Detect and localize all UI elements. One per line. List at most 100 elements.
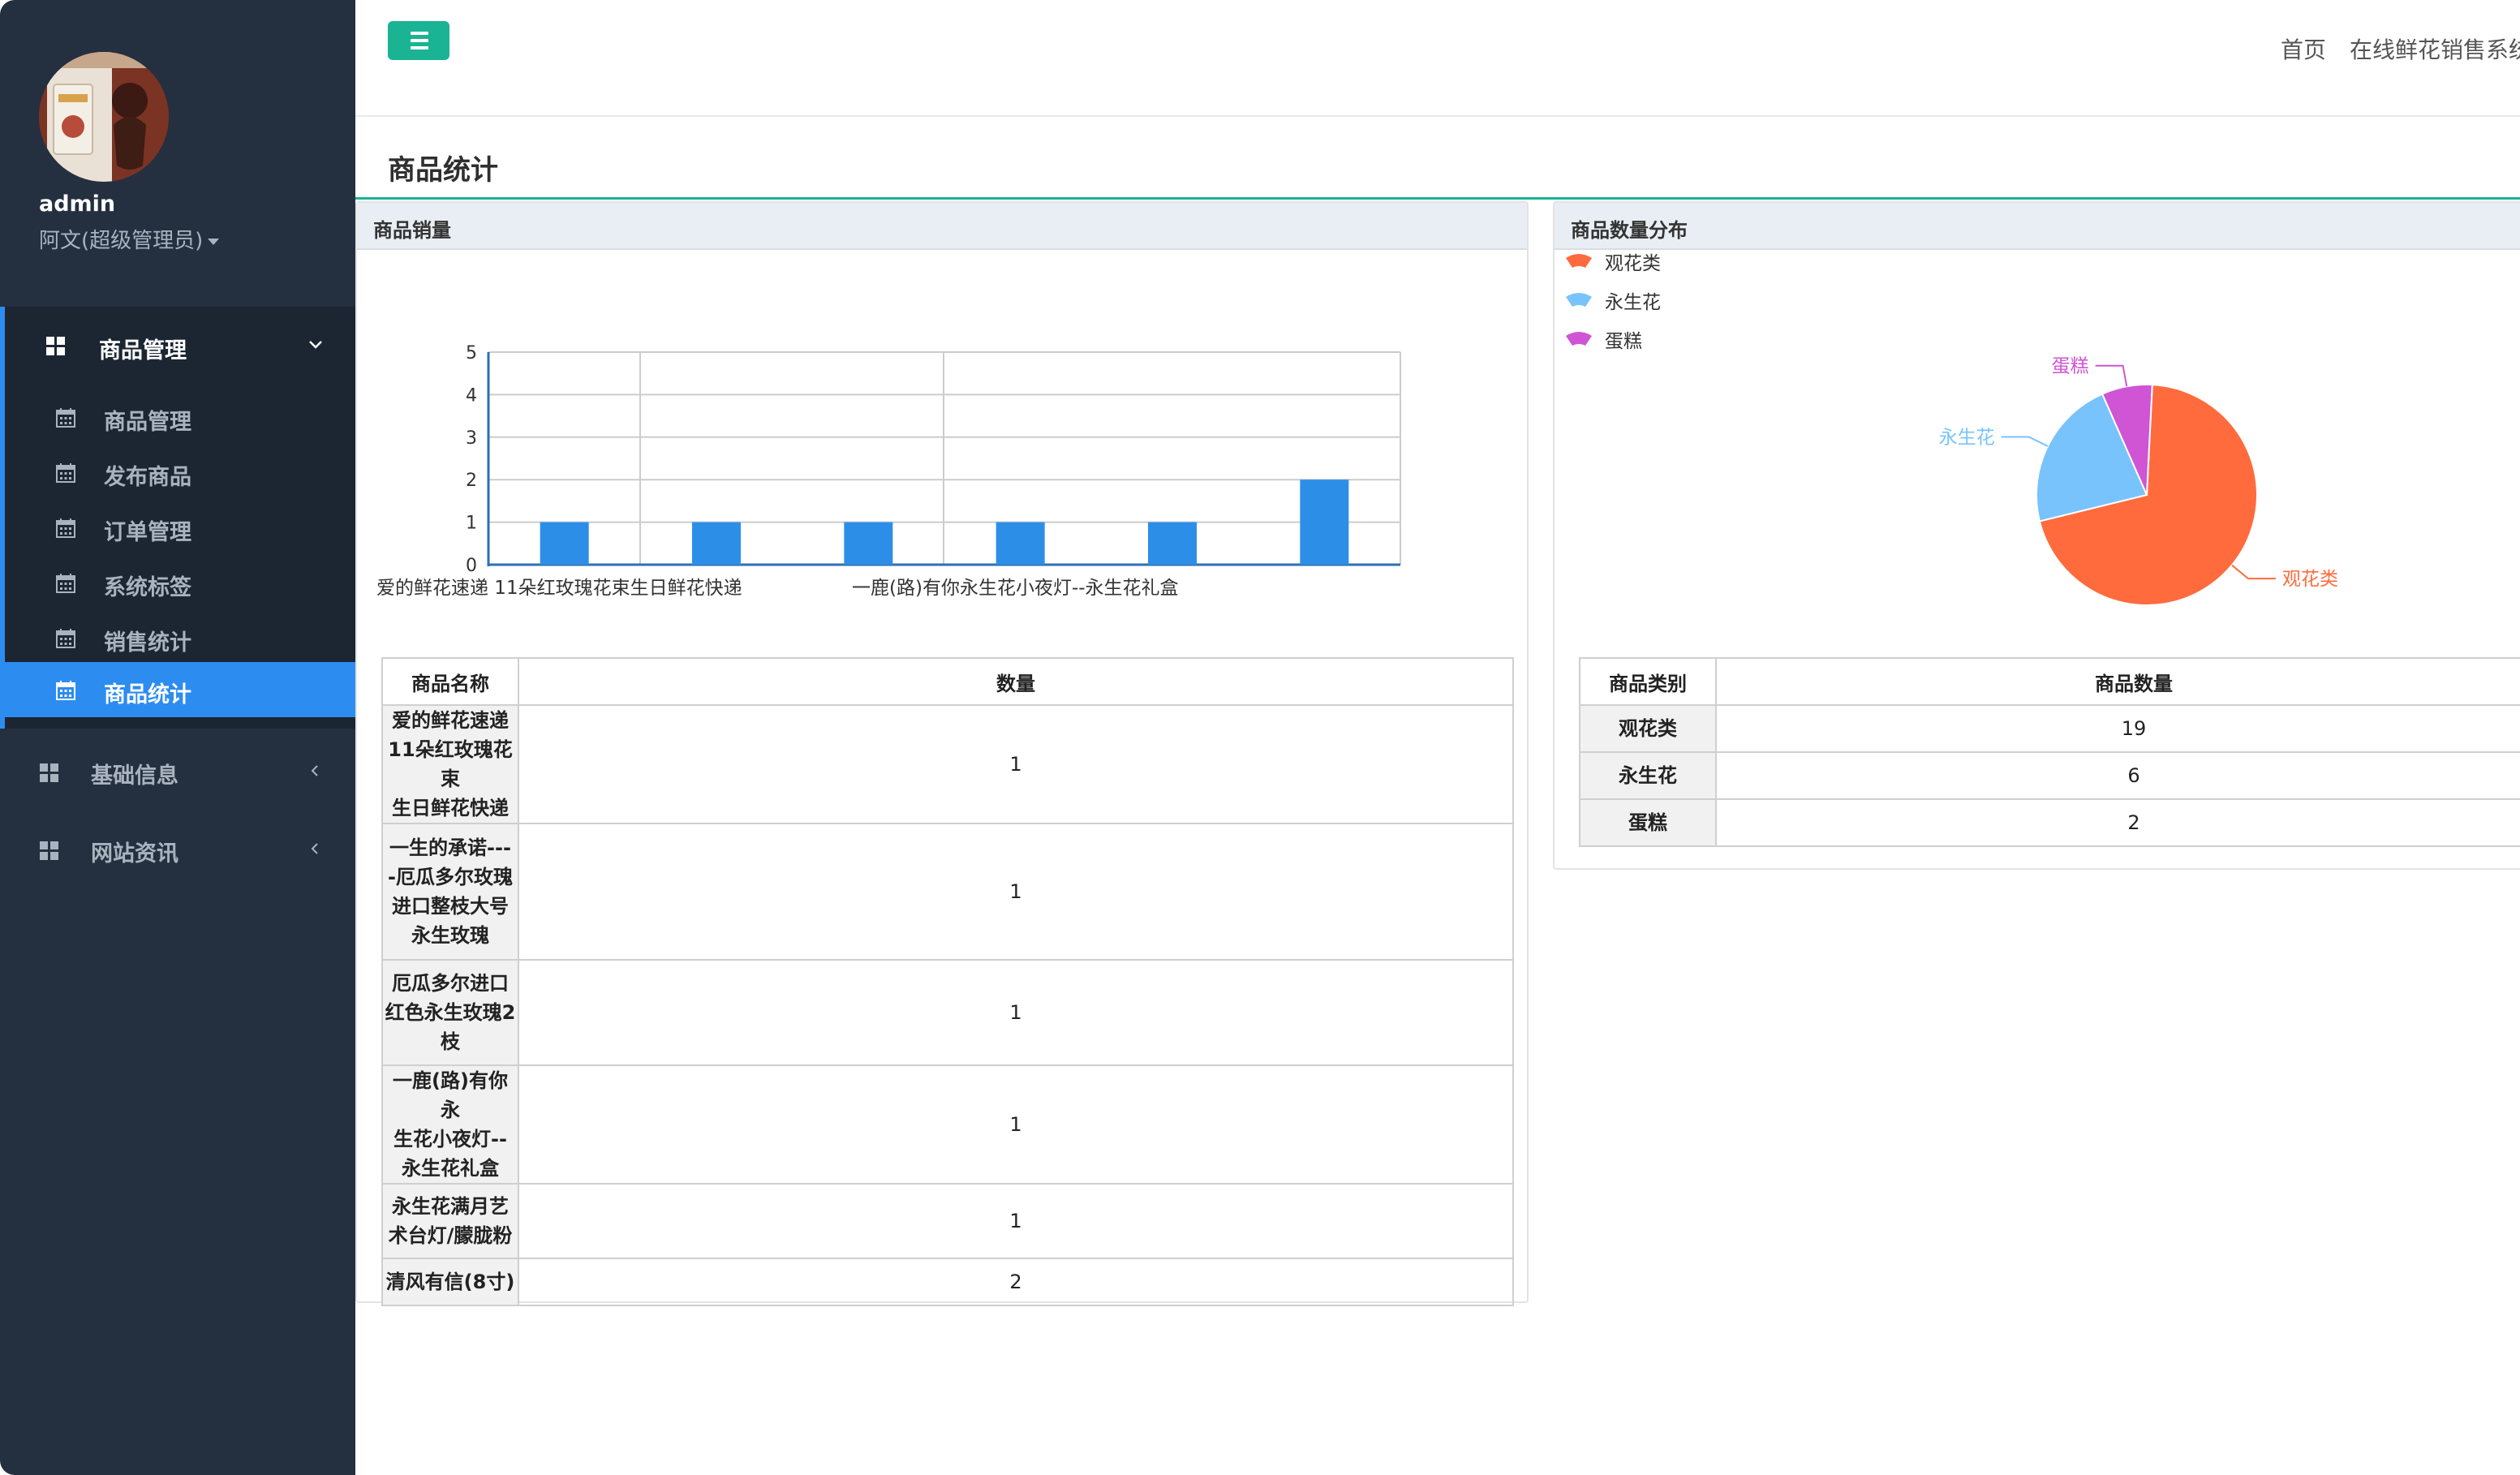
legend-label: 永生花: [1605, 292, 1661, 313]
hamburger-icon-line: [411, 32, 428, 35]
legend-item[interactable]: 观花类: [1566, 253, 1661, 274]
cell-qty: 1: [518, 1183, 1514, 1259]
sidebar-item-label: 订单管理: [104, 520, 191, 545]
name-line: 生花小夜灯--: [393, 1128, 507, 1150]
cell-product-name: 爱的鲜花速递 11朵红玫瑰花束 生日鲜花快递: [381, 704, 519, 824]
column-header-category: 商品类别: [1579, 657, 1717, 706]
x-tick-label: 一鹿(路)有你永生花小夜灯--永生花礼盒: [852, 578, 1179, 599]
legend-item[interactable]: 蛋糕: [1566, 331, 1642, 352]
pie-leader-line: [2231, 564, 2276, 580]
panel-header: 商品销量: [357, 203, 1527, 250]
name-line: 一鹿(路)有你永: [393, 1069, 508, 1121]
name-line: 11朵红玫瑰花束: [388, 738, 513, 790]
table-row: 蛋糕 2: [1579, 798, 2520, 847]
chevron-left-icon: [307, 763, 323, 782]
cell-product-name: 厄瓜多尔进口 红色永生玫瑰2 枝: [381, 959, 519, 1066]
sidebar-item-publish-goods[interactable]: 发布商品: [5, 445, 355, 500]
sidebar-item-basic-info[interactable]: 基础信息: [0, 735, 355, 808]
pie-label: 蛋糕: [2052, 356, 2089, 377]
table-row: 观花类 19: [1579, 704, 2520, 753]
user-role-label: 阿文(超级管理员): [39, 229, 204, 253]
panel-title: 商品销量: [373, 219, 451, 242]
top-bar: 首页 在线鲜花销售系统: [355, 0, 2520, 117]
user-name: admin: [39, 191, 116, 217]
caret-down-icon: [208, 238, 220, 245]
pie-leader-line: [2001, 436, 2049, 447]
calendar-icon: [55, 573, 76, 597]
calendar-icon: [55, 518, 76, 542]
panel-header: 商品数量分布: [1555, 203, 2520, 250]
cell-category: 观花类: [1579, 704, 1717, 753]
name-line: 清风有信(8寸): [385, 1271, 515, 1293]
legend-label: 观花类: [1605, 253, 1661, 274]
sidebar-item-label: 网站资讯: [91, 841, 178, 867]
calendar-icon: [55, 680, 76, 704]
cell-qty: 1: [518, 959, 1514, 1066]
hamburger-icon-line: [411, 46, 428, 49]
table-row: 永生花满月艺 术台灯/朦胧粉 1: [381, 1183, 1514, 1259]
legend-swatch: [1566, 332, 1592, 346]
menu-group-goods: 商品管理 商品管理 发布商品 订单管理 系统标签 销售统计 商品统计: [0, 307, 360, 729]
column-header-qty: 数量: [518, 657, 1514, 706]
bar[interactable]: [692, 522, 741, 565]
name-line: 永生玫瑰: [411, 924, 489, 947]
cell-qty: 1: [518, 704, 1514, 824]
sidebar-item-label: 商品统计: [104, 682, 191, 707]
bar[interactable]: [540, 522, 589, 565]
sidebar-item-tags[interactable]: 系统标签: [5, 555, 355, 610]
y-tick-label: 1: [466, 514, 477, 534]
y-tick-label: 4: [466, 385, 477, 406]
name-line: 进口整枝大号: [392, 895, 509, 918]
cell-category: 永生花: [1579, 751, 1717, 800]
bar[interactable]: [996, 522, 1045, 565]
y-tick-label: 0: [466, 556, 477, 576]
nav-system-link[interactable]: 在线鲜花销售系统: [2350, 32, 2520, 65]
legend-item[interactable]: 永生花: [1566, 292, 1661, 313]
grid-icon: [45, 336, 67, 360]
nav-home-link[interactable]: 首页: [2281, 32, 2326, 65]
sidebar-item-site-news[interactable]: 网站资讯: [0, 813, 355, 886]
cell-product-name: 清风有信(8寸): [381, 1258, 519, 1306]
chevron-left-icon: [307, 841, 323, 860]
table-row: 永生花 6: [1579, 751, 2520, 800]
cell-qty: 1: [518, 823, 1514, 961]
column-header-name: 商品名称: [381, 657, 519, 706]
panel-title: 商品数量分布: [1571, 219, 1688, 242]
title-divider: [355, 197, 2520, 200]
sidebar-item-sales-stats[interactable]: 销售统计: [5, 610, 355, 665]
category-table: 商品类别 商品数量 观花类 19 永生花 6 蛋糕 2: [1579, 657, 2520, 847]
bar[interactable]: [1300, 479, 1349, 565]
sales-panel: 商品销量 0 1 2 3 4 5 爱的鲜花速递 11朵红玫瑰花束生日鲜花快递 一鹿(路)有你永…: [355, 201, 1529, 1306]
pie-label: 永生花: [1939, 427, 1995, 448]
calendar-icon: [55, 628, 76, 652]
legend-swatch: [1566, 293, 1592, 307]
cell-category: 蛋糕: [1579, 798, 1717, 847]
avatar[interactable]: [39, 52, 169, 182]
name-line: 术台灯/朦胧粉: [388, 1224, 513, 1247]
sales-table: 商品名称 数量 爱的鲜花速递 11朵红玫瑰花束 生日鲜花快递 1 一生的承诺--- -厄瓜…: [381, 657, 1514, 1306]
table-row: 一鹿(路)有你永 生花小夜灯-- 永生花礼盒 1: [381, 1064, 1514, 1185]
bar[interactable]: [1148, 522, 1197, 565]
name-line: 爱的鲜花速递: [392, 709, 509, 732]
sidebar-item-orders[interactable]: 订单管理: [5, 500, 355, 555]
x-tick-label: 爱的鲜花速递 11朵红玫瑰花束生日鲜花快递: [376, 578, 742, 599]
pie-leader-line: [2095, 364, 2128, 387]
sidebar-item-goods-manage[interactable]: 商品管理: [5, 389, 355, 445]
name-line: -厄瓜多尔玫瑰: [388, 866, 513, 888]
menu-group-header[interactable]: 商品管理: [5, 307, 355, 388]
sidebar-item-label: 系统标签: [104, 575, 191, 600]
column-header-count: 商品数量: [1715, 657, 2520, 706]
y-tick-label: 3: [466, 428, 477, 449]
sidebar-item-label: 基础信息: [91, 763, 178, 789]
bar[interactable]: [844, 522, 893, 565]
y-tick-label: 5: [466, 343, 477, 363]
sidebar: admin 阿文(超级管理员) 商品管理 商品管理 发布商品 订单管理 系统标签…: [0, 0, 360, 1475]
sidebar-item-label: 商品管理: [104, 410, 191, 435]
sidebar-item-goods-stats[interactable]: 商品统计: [0, 662, 360, 717]
menu-toggle-button[interactable]: [388, 21, 449, 60]
cell-product-name: 一生的承诺--- -厄瓜多尔玫瑰 进口整枝大号 永生玫瑰: [381, 823, 519, 961]
user-role-dropdown[interactable]: 阿文(超级管理员): [39, 224, 220, 254]
cell-qty: 1: [518, 1064, 1514, 1185]
grid-icon: [39, 763, 60, 787]
cell-count: 6: [1715, 751, 2520, 800]
